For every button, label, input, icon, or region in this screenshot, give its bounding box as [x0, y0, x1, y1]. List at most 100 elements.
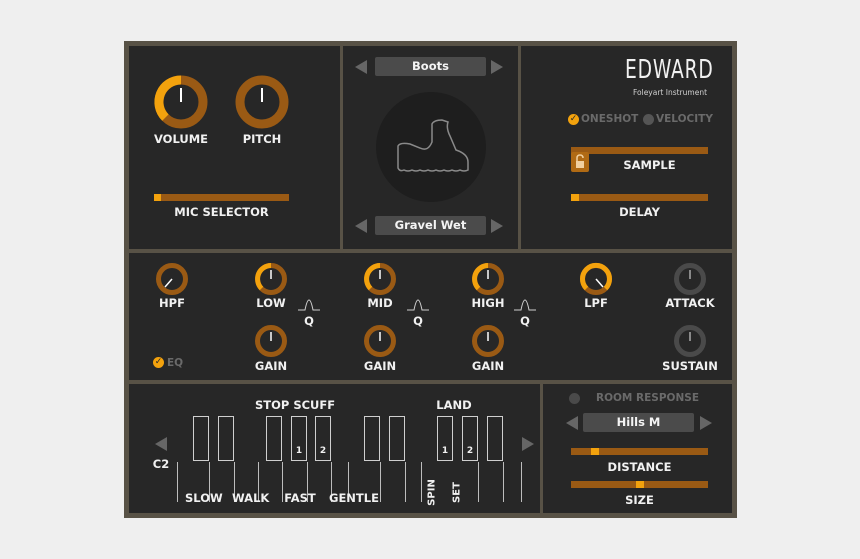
size-thumb[interactable] — [636, 481, 644, 488]
attack-knob[interactable] — [672, 261, 708, 297]
plugin-window: VOLUME PITCH MIC SELECTOR Boots Gravel W… — [124, 41, 737, 518]
key-9-number: 2 — [466, 446, 474, 456]
material-image-circle — [376, 92, 486, 202]
high-gain-knob[interactable] — [470, 323, 506, 359]
delay-fill — [571, 194, 579, 201]
fast-label: FAST — [284, 491, 316, 505]
room-response-label: ROOM RESPONSE — [596, 392, 700, 404]
volume-knob[interactable] — [152, 73, 210, 131]
key-divider — [421, 462, 422, 502]
key-3[interactable] — [266, 416, 282, 461]
low-q-bell-icon[interactable] — [297, 298, 321, 312]
next-room-arrow[interactable] — [700, 416, 712, 430]
spin-label: SPIN — [426, 479, 438, 506]
key-divider — [521, 462, 522, 502]
next-surface-arrow[interactable] — [491, 219, 503, 233]
octave-up-arrow[interactable] — [522, 437, 534, 451]
key-4-number: 1 — [295, 446, 303, 456]
key-1[interactable] — [193, 416, 209, 461]
key-10[interactable] — [487, 416, 503, 461]
high-q-bell-icon[interactable] — [513, 298, 537, 312]
mid-knob[interactable] — [362, 261, 398, 297]
key-6[interactable] — [364, 416, 380, 461]
lpf-label: LPF — [584, 296, 608, 310]
oneshot-check[interactable]: ✓ — [568, 114, 579, 125]
distance-label: DISTANCE — [607, 460, 672, 474]
room-response-radio[interactable] — [569, 393, 580, 404]
delay-label: DELAY — [619, 205, 660, 219]
key-2[interactable] — [218, 416, 234, 461]
prev-surface-arrow[interactable] — [355, 219, 367, 233]
sample-label: SAMPLE — [623, 158, 676, 172]
prev-room-arrow[interactable] — [566, 416, 578, 430]
material-selector[interactable]: Boots — [375, 57, 486, 76]
walk-label: WALK — [232, 491, 270, 505]
key-divider — [380, 462, 381, 502]
next-material-arrow[interactable] — [491, 60, 503, 74]
mic-selector-fill — [154, 194, 161, 201]
low-gain-label: GAIN — [254, 359, 288, 373]
velocity-label: VELOCITY — [656, 113, 713, 125]
key-5-number: 2 — [319, 446, 327, 456]
pitch-knob[interactable] — [233, 73, 291, 131]
key-divider — [177, 462, 178, 502]
low-q-label: Q — [304, 314, 314, 328]
high-gain-label: GAIN — [471, 359, 505, 373]
key-divider — [282, 462, 283, 502]
eq-check[interactable]: ✓ — [153, 357, 164, 368]
octave-down-arrow[interactable] — [155, 437, 167, 451]
gentle-label: GENTLE — [329, 491, 379, 505]
top-right-panel: EDWARD Foleyart Instrument ✓ ONESHOT VEL… — [521, 46, 732, 249]
set-label: SET — [451, 482, 463, 503]
high-q-label: Q — [520, 314, 530, 328]
low-label: LOW — [256, 296, 286, 310]
top-left-panel: VOLUME PITCH MIC SELECTOR — [129, 46, 340, 249]
high-label: HIGH — [471, 296, 505, 310]
lpf-knob[interactable] — [578, 261, 614, 297]
keyboard-panel: STOP SCUFF LAND C2 1 2 1 2 SLOW WALK FAS… — [129, 384, 540, 513]
slow-label: SLOW — [185, 491, 223, 505]
volume-label: VOLUME — [153, 132, 209, 146]
mic-selector-label: MIC SELECTOR — [174, 205, 269, 219]
distance-slider[interactable] — [571, 448, 708, 455]
center-panel: Boots Gravel Wet — [343, 46, 518, 249]
logo-name: EDWARD — [625, 55, 714, 85]
eq-panel: HPF LOW Q GAIN MID Q GAIN HIGH Q GAIN LP… — [129, 253, 732, 380]
mid-gain-knob[interactable] — [362, 323, 398, 359]
room-preset-selector[interactable]: Hills M — [583, 413, 694, 432]
mic-selector-slider[interactable] — [154, 194, 289, 201]
key-divider — [478, 462, 479, 502]
sustain-knob[interactable] — [672, 323, 708, 359]
stop-scuff-label: STOP SCUFF — [255, 398, 336, 412]
key-divider — [405, 462, 406, 502]
pitch-label: PITCH — [242, 132, 282, 146]
low-knob[interactable] — [253, 261, 289, 297]
attack-label: ATTACK — [665, 296, 715, 310]
key-7[interactable] — [389, 416, 405, 461]
size-slider[interactable] — [571, 481, 708, 488]
hpf-label: HPF — [159, 296, 185, 310]
distance-thumb[interactable] — [591, 448, 599, 455]
oneshot-label: ONESHOT — [581, 113, 639, 125]
mid-gain-label: GAIN — [363, 359, 397, 373]
key-divider — [503, 462, 504, 502]
eq-label: EQ — [167, 357, 184, 369]
low-gain-knob[interactable] — [253, 323, 289, 359]
room-panel: ROOM RESPONSE Hills M DISTANCE SIZE — [543, 384, 732, 513]
logo-subtitle: Foleyart Instrument — [632, 88, 708, 97]
delay-slider[interactable] — [571, 194, 708, 201]
boot-icon — [397, 119, 469, 172]
hpf-knob[interactable] — [154, 261, 190, 297]
size-label: SIZE — [625, 493, 654, 507]
sustain-label: SUSTAIN — [662, 359, 718, 373]
surface-selector[interactable]: Gravel Wet — [375, 216, 486, 235]
mid-q-bell-icon[interactable] — [406, 298, 430, 312]
key-8-number: 1 — [441, 446, 449, 456]
mid-label: MID — [367, 296, 393, 310]
velocity-radio[interactable] — [643, 114, 654, 125]
mid-q-label: Q — [413, 314, 423, 328]
sample-slider[interactable] — [571, 147, 708, 154]
prev-material-arrow[interactable] — [355, 60, 367, 74]
high-knob[interactable] — [470, 261, 506, 297]
lock-icon[interactable] — [571, 152, 589, 172]
